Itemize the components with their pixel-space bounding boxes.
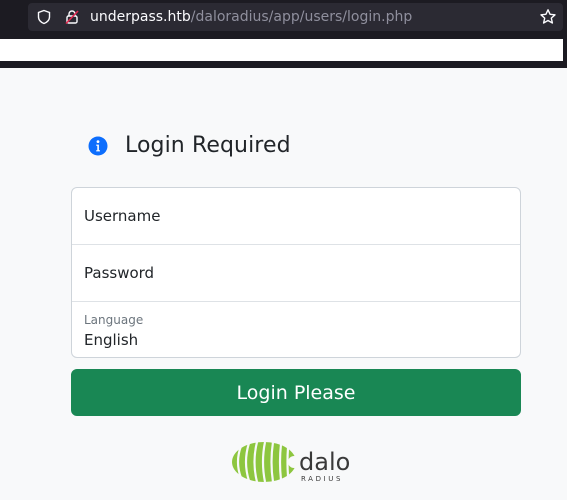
insecure-lock-icon[interactable] bbox=[64, 9, 80, 25]
bookmark-star-icon[interactable] bbox=[539, 8, 557, 26]
language-label: Language bbox=[84, 313, 144, 327]
daloradius-logo: dalo RADIUS bbox=[232, 441, 350, 483]
language-select[interactable]: Language English bbox=[72, 302, 520, 358]
page-title: Login Required bbox=[125, 133, 291, 158]
svg-text:RADIUS: RADIUS bbox=[301, 475, 343, 483]
password-placeholder: Password bbox=[84, 264, 155, 282]
toolbar-strip bbox=[0, 39, 563, 61]
username-placeholder: Username bbox=[84, 207, 161, 225]
url-path: /daloradius/app/users/login.php bbox=[190, 9, 413, 25]
info-icon bbox=[88, 136, 108, 155]
svg-text:dalo: dalo bbox=[299, 448, 350, 476]
login-page: Login Required Username Password Languag… bbox=[0, 68, 567, 500]
address-bar[interactable]: underpass.htb/daloradius/app/users/login… bbox=[28, 3, 563, 31]
url-text[interactable]: underpass.htb/daloradius/app/users/login… bbox=[90, 8, 412, 26]
login-button[interactable]: Login Please bbox=[71, 369, 521, 416]
login-form: Username Password Language English bbox=[71, 187, 521, 358]
browser-toolbar: underpass.htb/daloradius/app/users/login… bbox=[0, 0, 567, 35]
bookmarks-toolbar bbox=[0, 35, 567, 68]
password-field[interactable]: Password bbox=[72, 245, 520, 302]
login-heading: Login Required bbox=[88, 133, 291, 158]
username-field[interactable]: Username bbox=[72, 188, 520, 245]
language-value: English bbox=[84, 331, 139, 349]
shield-icon[interactable] bbox=[36, 9, 52, 25]
url-host: underpass.htb bbox=[90, 9, 191, 25]
